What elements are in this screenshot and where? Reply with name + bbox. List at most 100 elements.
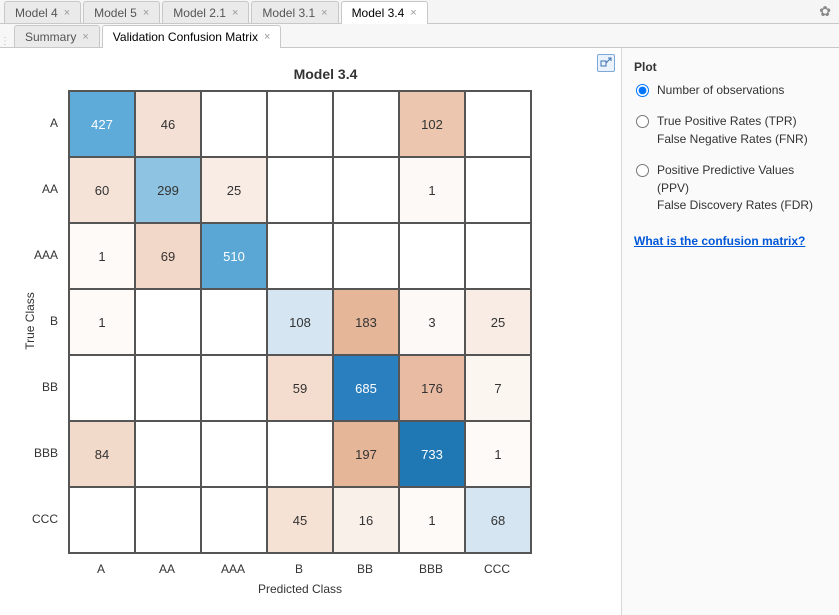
row-label: B [16, 288, 66, 354]
tab-label: Model 4 [15, 6, 58, 20]
close-icon[interactable]: × [64, 7, 70, 19]
plot-option-observations[interactable]: Number of observations [634, 82, 827, 99]
row-label: CCC [16, 486, 66, 552]
matrix-cell: 1 [399, 157, 465, 223]
radio-label: True Positive Rates (TPR)False Negative … [657, 113, 808, 148]
matrix-cell: 102 [399, 91, 465, 157]
matrix-cell: 84 [69, 421, 135, 487]
col-label: A [68, 558, 134, 576]
row-label: AA [16, 156, 66, 222]
close-icon[interactable]: × [232, 7, 238, 19]
col-label: AAA [200, 558, 266, 576]
close-icon[interactable]: × [82, 31, 88, 43]
matrix-cell: 685 [333, 355, 399, 421]
matrix-cell: 45 [267, 487, 333, 553]
matrix-cell [465, 157, 531, 223]
close-icon[interactable]: × [264, 31, 270, 43]
panel-heading: Plot [634, 60, 827, 74]
matrix-cell: 733 [399, 421, 465, 487]
help-link[interactable]: What is the confusion matrix? [634, 234, 805, 248]
matrix-cell: 59 [267, 355, 333, 421]
gear-icon[interactable]: ✿ [819, 3, 831, 20]
matrix-cell: 25 [201, 157, 267, 223]
matrix-cell [333, 91, 399, 157]
col-label: AA [134, 558, 200, 576]
matrix-cell [267, 223, 333, 289]
matrix-cell: 7 [465, 355, 531, 421]
view-tab-confusion[interactable]: Validation Confusion Matrix × [102, 25, 282, 48]
matrix-cell [201, 355, 267, 421]
close-icon[interactable]: × [321, 7, 327, 19]
matrix-cell [135, 487, 201, 553]
matrix-cell [69, 487, 135, 553]
tab-label: Model 5 [94, 6, 137, 20]
matrix-cell [333, 157, 399, 223]
matrix-cell [201, 289, 267, 355]
matrix-cell [135, 421, 201, 487]
matrix-cell [135, 355, 201, 421]
radio-label: Positive Predictive Values (PPV)False Di… [657, 162, 827, 214]
radio-input[interactable] [636, 164, 649, 177]
close-icon[interactable]: × [143, 7, 149, 19]
model-tab-0[interactable]: Model 4 × [4, 1, 81, 23]
col-label: BB [332, 558, 398, 576]
matrix-cell: 183 [333, 289, 399, 355]
radio-input[interactable] [636, 84, 649, 97]
matrix-cell: 46 [135, 91, 201, 157]
plot-options-panel: Plot Number of observations True Positiv… [621, 48, 839, 615]
matrix-cell: 69 [135, 223, 201, 289]
matrix-cell [267, 157, 333, 223]
row-label: AAA [16, 222, 66, 288]
col-label: B [266, 558, 332, 576]
tab-label: Validation Confusion Matrix [113, 30, 258, 44]
tab-label: Model 2.1 [173, 6, 226, 20]
chart-title: Model 3.4 [42, 66, 609, 82]
matrix-cell: 60 [69, 157, 135, 223]
matrix-cell [267, 91, 333, 157]
matrix-cell: 1 [465, 421, 531, 487]
matrix-cell [465, 223, 531, 289]
plot-area: Model 3.4 True Class AAAAAABBBBBBCCC 427… [0, 48, 621, 615]
plot-option-tpr-fnr[interactable]: True Positive Rates (TPR)False Negative … [634, 113, 827, 148]
col-label: CCC [464, 558, 530, 576]
view-tab-summary[interactable]: Summary× [14, 25, 100, 47]
row-label: A [16, 90, 66, 156]
model-tab-3[interactable]: Model 3.1 × [251, 1, 338, 23]
close-icon[interactable]: × [410, 7, 416, 19]
matrix-cell: 1 [399, 487, 465, 553]
tab-label: Model 3.1 [262, 6, 315, 20]
row-label: BB [16, 354, 66, 420]
matrix-cell [465, 91, 531, 157]
plot-option-ppv-fdr[interactable]: Positive Predictive Values (PPV)False Di… [634, 162, 827, 214]
model-tab-1[interactable]: Model 5 × [83, 1, 160, 23]
view-tabstrip: ⋮⋮ Summary× Validation Confusion Matrix× [0, 24, 839, 48]
col-label: BBB [398, 558, 464, 576]
matrix-cell: 68 [465, 487, 531, 553]
x-axis-label: Predicted Class [68, 582, 532, 596]
matrix-cell: 3 [399, 289, 465, 355]
radio-label: Number of observations [657, 82, 784, 99]
matrix-cell: 510 [201, 223, 267, 289]
matrix-cell [201, 421, 267, 487]
model-tab-2[interactable]: Model 2.1 × [162, 1, 249, 23]
matrix-cell: 1 [69, 223, 135, 289]
radio-input[interactable] [636, 115, 649, 128]
matrix-cell [333, 223, 399, 289]
matrix-cell: 427 [69, 91, 135, 157]
matrix-cell [399, 223, 465, 289]
model-tab-4[interactable]: Model 3.4 × [341, 1, 428, 24]
confusion-matrix-chart: True Class AAAAAABBBBBBCCC 4274610260299… [68, 90, 532, 596]
undock-icon[interactable] [597, 54, 615, 72]
matrix-cell: 25 [465, 289, 531, 355]
matrix-cell: 176 [399, 355, 465, 421]
matrix-cell [201, 487, 267, 553]
content-area: Model 3.4 True Class AAAAAABBBBBBCCC 427… [0, 48, 839, 615]
row-label: BBB [16, 420, 66, 486]
matrix-cell: 299 [135, 157, 201, 223]
matrix-cell [201, 91, 267, 157]
matrix-cell: 16 [333, 487, 399, 553]
matrix-cell: 197 [333, 421, 399, 487]
matrix-cell [267, 421, 333, 487]
matrix-cell: 108 [267, 289, 333, 355]
tab-label: Model 3.4 [352, 6, 405, 20]
